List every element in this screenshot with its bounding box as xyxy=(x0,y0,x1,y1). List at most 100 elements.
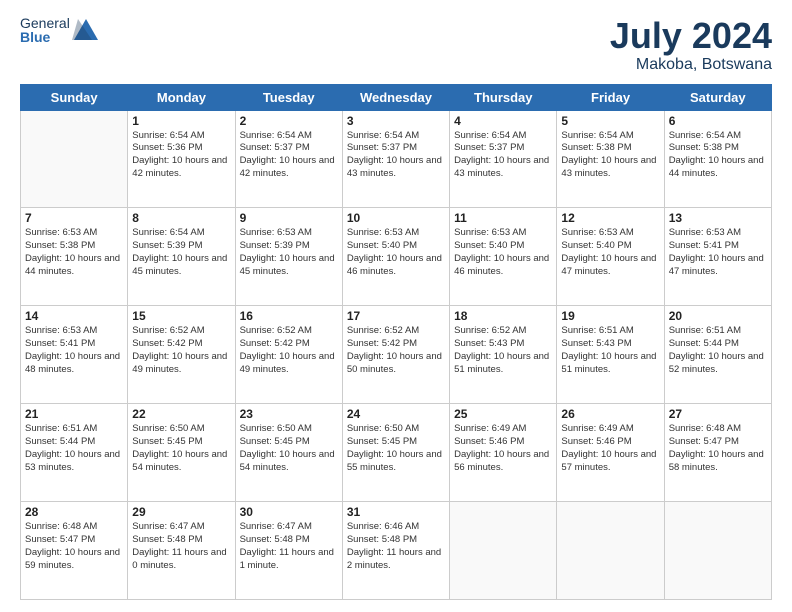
table-row xyxy=(450,502,557,600)
col-saturday: Saturday xyxy=(664,84,771,110)
day-number: 14 xyxy=(25,309,123,323)
table-row: 21 Sunrise: 6:51 AM Sunset: 5:44 PM Dayli… xyxy=(21,404,128,502)
table-row xyxy=(557,502,664,600)
day-number: 12 xyxy=(561,211,659,225)
table-row: 18 Sunrise: 6:52 AM Sunset: 5:43 PM Dayli… xyxy=(450,306,557,404)
day-info: Sunrise: 6:52 AM Sunset: 5:42 PM Dayligh… xyxy=(347,325,445,376)
table-row: 16Sunrise: 6:52 AM Sunset: 5:42 PM Dayli… xyxy=(235,306,342,404)
table-row: 4Sunrise: 6:54 AM Sunset: 5:37 PM Daylig… xyxy=(450,110,557,208)
table-row: 24 Sunrise: 6:50 AM Sunset: 5:45 PM Dayli… xyxy=(342,404,449,502)
col-monday: Monday xyxy=(128,84,235,110)
day-number: 16 xyxy=(240,309,338,323)
header: General Blue July 2024 Makoba, Botswana xyxy=(20,16,772,74)
table-row: 29 Sunrise: 6:47 AM Sunset: 5:48 PM Dayli… xyxy=(128,502,235,600)
day-number: 10 xyxy=(347,211,445,225)
table-row: 28 Sunrise: 6:48 AM Sunset: 5:47 PM Dayli… xyxy=(21,502,128,600)
table-row: 2 Sunrise: 6:54 AM Sunset: 5:37 PM Daylig… xyxy=(235,110,342,208)
day-info: Sunrise: 6:54 AM Sunset: 5:36 PM Dayligh… xyxy=(132,130,230,181)
table-row: 13 Sunrise: 6:53 AM Sunset: 5:41 PM Dayli… xyxy=(664,208,771,306)
day-number: 1 xyxy=(132,114,230,128)
day-info: Sunrise: 6:53 AM Sunset: 5:39 PM Dayligh… xyxy=(240,227,338,278)
day-info: Sunrise: 6:51 AM Sunset: 5:44 PM Dayligh… xyxy=(25,423,123,474)
table-row: 30 Sunrise: 6:47 AM Sunset: 5:48 PM Dayli… xyxy=(235,502,342,600)
table-row xyxy=(664,502,771,600)
day-info: Sunrise: 6:52 AM Sunset: 5:42 PM Dayligh… xyxy=(132,325,230,376)
day-info: Sunrise: 6:54 AM Sunset: 5:38 PM Dayligh… xyxy=(669,130,767,181)
col-sunday: Sunday xyxy=(21,84,128,110)
day-info: Sunrise: 6:53 AM Sunset: 5:41 PM Dayligh… xyxy=(669,227,767,278)
table-row: 27 Sunrise: 6:48 AM Sunset: 5:47 PM Dayli… xyxy=(664,404,771,502)
calendar-header-row: Sunday Monday Tuesday Wednesday Thursday… xyxy=(21,84,772,110)
main-title: July 2024 xyxy=(610,16,772,56)
day-info: Sunrise: 6:52 AM Sunset: 5:43 PM Dayligh… xyxy=(454,325,552,376)
day-number: 6 xyxy=(669,114,767,128)
day-number: 8 xyxy=(132,211,230,225)
day-info: Sunrise: 6:48 AM Sunset: 5:47 PM Dayligh… xyxy=(25,521,123,572)
table-row: 12Sunrise: 6:53 AM Sunset: 5:40 PM Dayli… xyxy=(557,208,664,306)
logo-blue-text: Blue xyxy=(20,30,70,44)
day-info: Sunrise: 6:53 AM Sunset: 5:40 PM Dayligh… xyxy=(454,227,552,278)
day-info: Sunrise: 6:46 AM Sunset: 5:48 PM Dayligh… xyxy=(347,521,445,572)
calendar-week-row: 1 Sunrise: 6:54 AM Sunset: 5:36 PM Daylig… xyxy=(21,110,772,208)
day-info: Sunrise: 6:49 AM Sunset: 5:46 PM Dayligh… xyxy=(454,423,552,474)
table-row: 9 Sunrise: 6:53 AM Sunset: 5:39 PM Daylig… xyxy=(235,208,342,306)
day-number: 3 xyxy=(347,114,445,128)
day-number: 21 xyxy=(25,407,123,421)
day-info: Sunrise: 6:54 AM Sunset: 5:37 PM Dayligh… xyxy=(240,130,338,181)
page: General Blue July 2024 Makoba, Botswana … xyxy=(0,0,792,612)
day-info: Sunrise: 6:49 AM Sunset: 5:46 PM Dayligh… xyxy=(561,423,659,474)
logo-icon xyxy=(72,16,100,44)
col-friday: Friday xyxy=(557,84,664,110)
table-row: 17Sunrise: 6:52 AM Sunset: 5:42 PM Dayli… xyxy=(342,306,449,404)
col-tuesday: Tuesday xyxy=(235,84,342,110)
col-thursday: Thursday xyxy=(450,84,557,110)
day-number: 24 xyxy=(347,407,445,421)
table-row: 31Sunrise: 6:46 AM Sunset: 5:48 PM Dayli… xyxy=(342,502,449,600)
day-info: Sunrise: 6:53 AM Sunset: 5:40 PM Dayligh… xyxy=(347,227,445,278)
day-info: Sunrise: 6:50 AM Sunset: 5:45 PM Dayligh… xyxy=(132,423,230,474)
calendar: Sunday Monday Tuesday Wednesday Thursday… xyxy=(20,84,772,600)
col-wednesday: Wednesday xyxy=(342,84,449,110)
table-row: 7Sunrise: 6:53 AM Sunset: 5:38 PM Daylig… xyxy=(21,208,128,306)
table-row: 25Sunrise: 6:49 AM Sunset: 5:46 PM Dayli… xyxy=(450,404,557,502)
table-row: 22 Sunrise: 6:50 AM Sunset: 5:45 PM Dayli… xyxy=(128,404,235,502)
subtitle: Makoba, Botswana xyxy=(610,56,772,74)
table-row: 3 Sunrise: 6:54 AM Sunset: 5:37 PM Daylig… xyxy=(342,110,449,208)
day-info: Sunrise: 6:50 AM Sunset: 5:45 PM Dayligh… xyxy=(347,423,445,474)
day-number: 28 xyxy=(25,505,123,519)
table-row: 6 Sunrise: 6:54 AM Sunset: 5:38 PM Daylig… xyxy=(664,110,771,208)
logo-general-text: General xyxy=(20,16,70,30)
table-row: 8 Sunrise: 6:54 AM Sunset: 5:39 PM Daylig… xyxy=(128,208,235,306)
day-number: 13 xyxy=(669,211,767,225)
table-row: 19Sunrise: 6:51 AM Sunset: 5:43 PM Dayli… xyxy=(557,306,664,404)
day-number: 11 xyxy=(454,211,552,225)
day-info: Sunrise: 6:54 AM Sunset: 5:38 PM Dayligh… xyxy=(561,130,659,181)
day-info: Sunrise: 6:51 AM Sunset: 5:44 PM Dayligh… xyxy=(669,325,767,376)
table-row: 14Sunrise: 6:53 AM Sunset: 5:41 PM Dayli… xyxy=(21,306,128,404)
day-number: 9 xyxy=(240,211,338,225)
day-info: Sunrise: 6:53 AM Sunset: 5:38 PM Dayligh… xyxy=(25,227,123,278)
table-row: 11 Sunrise: 6:53 AM Sunset: 5:40 PM Dayli… xyxy=(450,208,557,306)
day-number: 27 xyxy=(669,407,767,421)
calendar-week-row: 28 Sunrise: 6:48 AM Sunset: 5:47 PM Dayli… xyxy=(21,502,772,600)
day-info: Sunrise: 6:54 AM Sunset: 5:39 PM Dayligh… xyxy=(132,227,230,278)
logo: General Blue xyxy=(20,16,100,44)
day-number: 20 xyxy=(669,309,767,323)
day-info: Sunrise: 6:51 AM Sunset: 5:43 PM Dayligh… xyxy=(561,325,659,376)
day-number: 22 xyxy=(132,407,230,421)
day-number: 18 xyxy=(454,309,552,323)
table-row: 23Sunrise: 6:50 AM Sunset: 5:45 PM Dayli… xyxy=(235,404,342,502)
day-info: Sunrise: 6:54 AM Sunset: 5:37 PM Dayligh… xyxy=(347,130,445,181)
table-row: 20 Sunrise: 6:51 AM Sunset: 5:44 PM Dayli… xyxy=(664,306,771,404)
title-block: July 2024 Makoba, Botswana xyxy=(610,16,772,74)
day-info: Sunrise: 6:48 AM Sunset: 5:47 PM Dayligh… xyxy=(669,423,767,474)
day-number: 2 xyxy=(240,114,338,128)
day-number: 15 xyxy=(132,309,230,323)
day-number: 30 xyxy=(240,505,338,519)
day-info: Sunrise: 6:47 AM Sunset: 5:48 PM Dayligh… xyxy=(240,521,338,572)
day-info: Sunrise: 6:47 AM Sunset: 5:48 PM Dayligh… xyxy=(132,521,230,572)
table-row: 15 Sunrise: 6:52 AM Sunset: 5:42 PM Dayli… xyxy=(128,306,235,404)
day-info: Sunrise: 6:54 AM Sunset: 5:37 PM Dayligh… xyxy=(454,130,552,181)
day-number: 29 xyxy=(132,505,230,519)
calendar-week-row: 7Sunrise: 6:53 AM Sunset: 5:38 PM Daylig… xyxy=(21,208,772,306)
